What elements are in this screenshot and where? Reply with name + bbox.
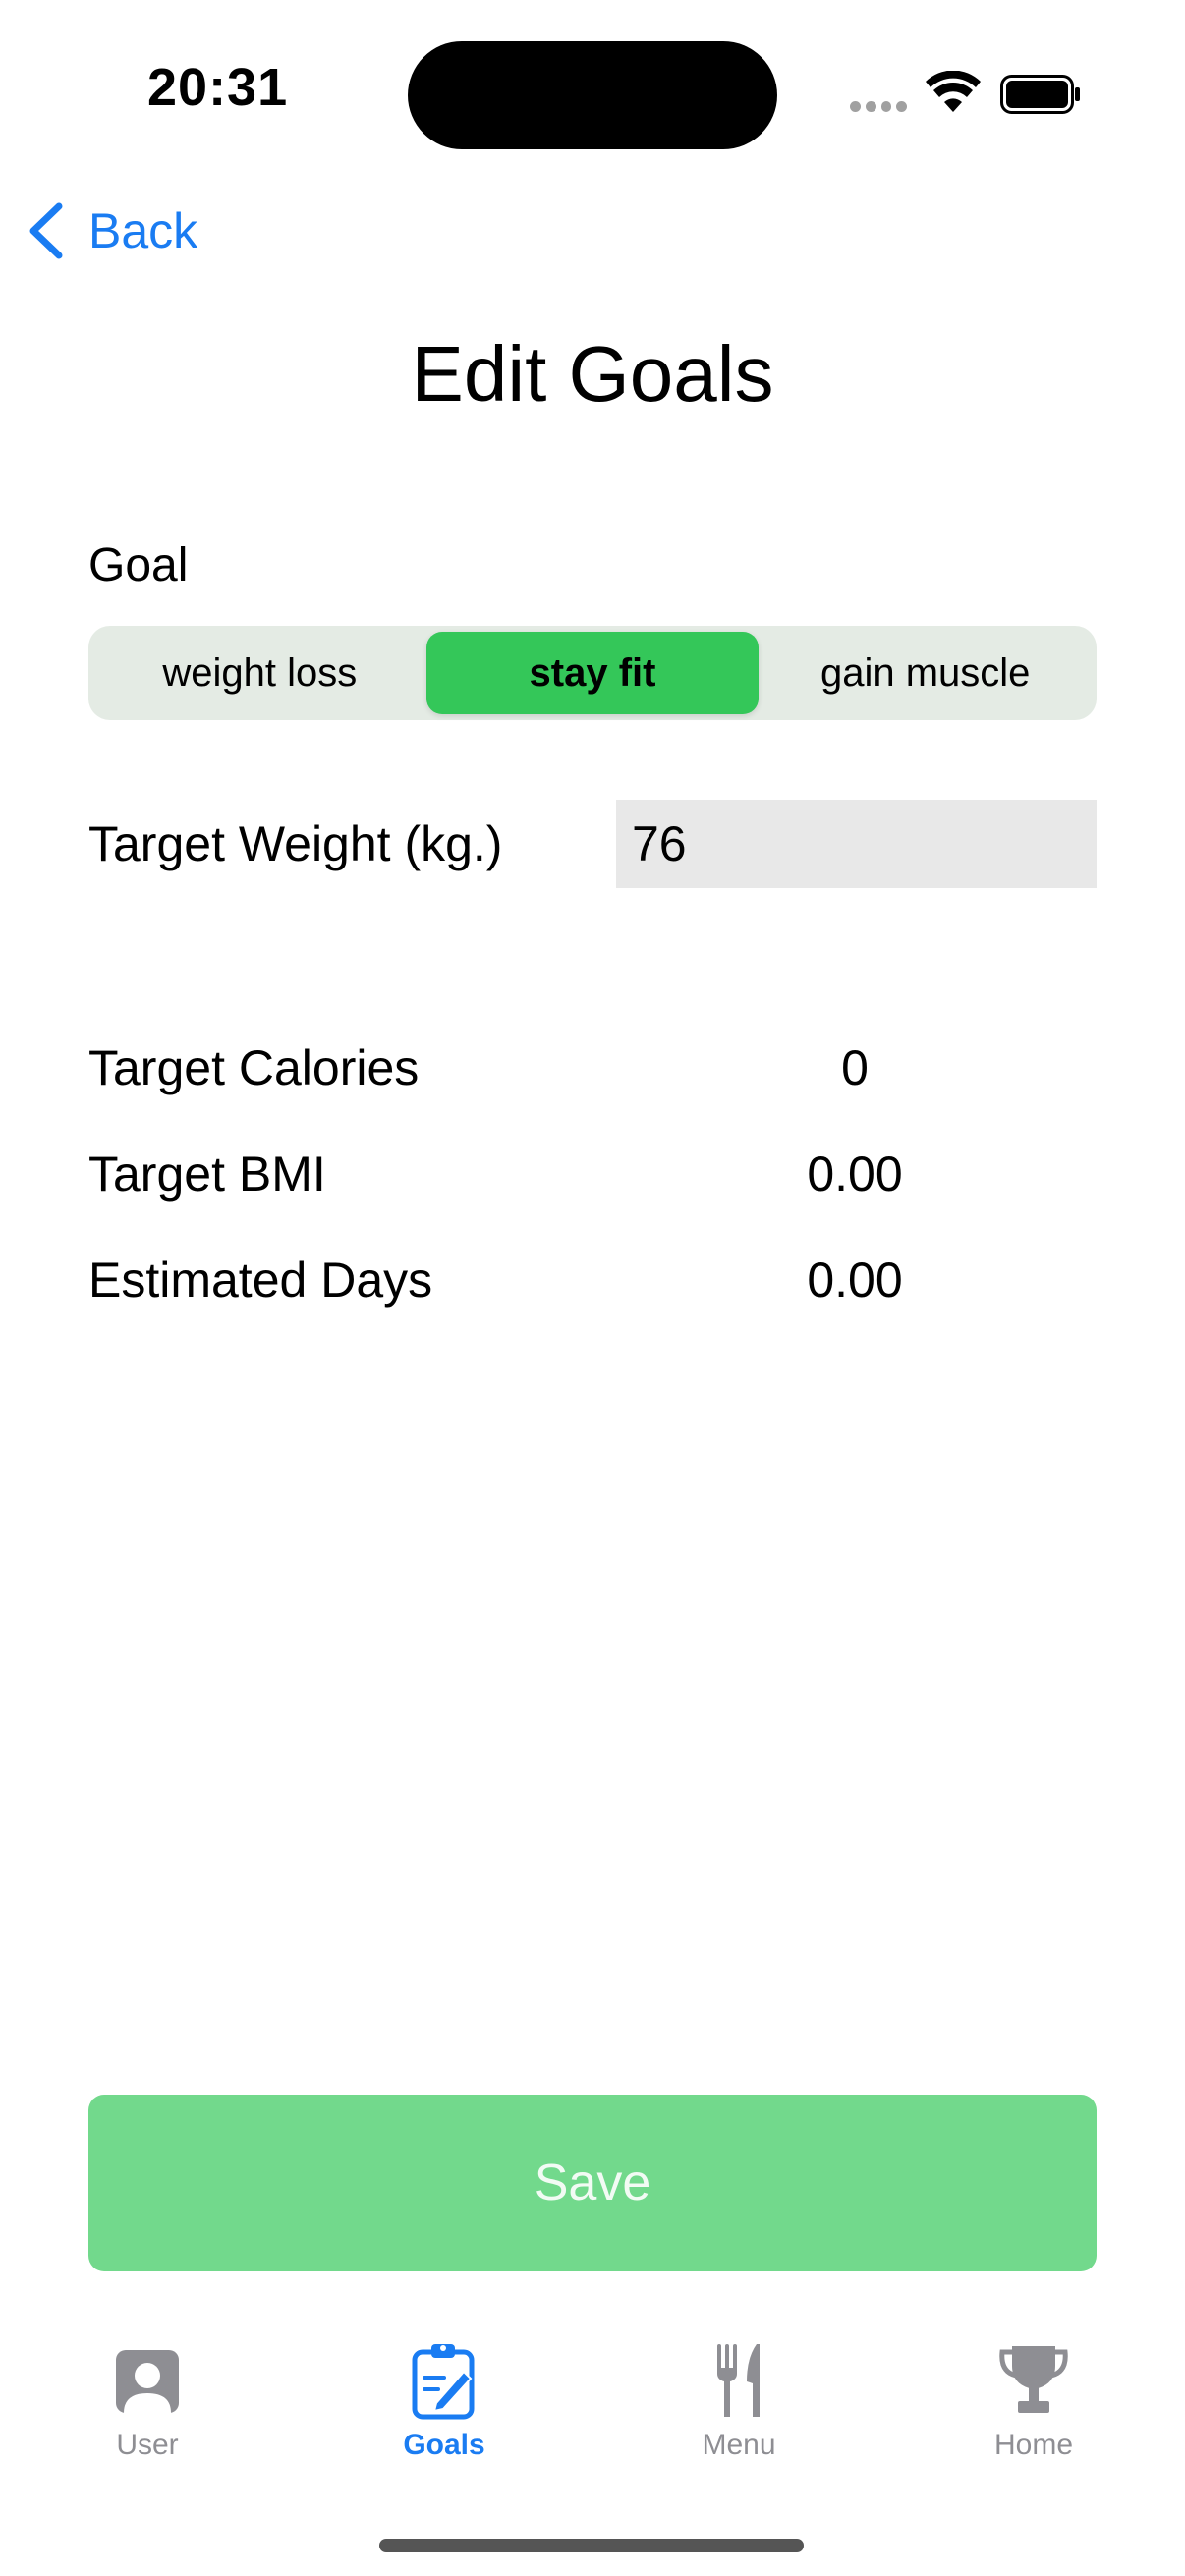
target-weight-input[interactable] — [616, 800, 1097, 888]
back-button[interactable]: Back — [24, 196, 198, 265]
estimated-days-label: Estimated Days — [88, 1253, 433, 1308]
person-icon — [116, 2350, 179, 2413]
tab-menu[interactable]: Menu — [641, 2338, 837, 2486]
tab-home[interactable]: Home — [935, 2338, 1132, 2486]
cellular-signal-icon — [850, 101, 907, 113]
target-bmi-value: 0.00 — [807, 1147, 903, 1202]
target-calories-value: 0 — [841, 1040, 869, 1095]
trophy-icon — [999, 2346, 1068, 2413]
dynamic-island — [408, 41, 777, 149]
segment-weight-loss[interactable]: weight loss — [93, 632, 426, 714]
tab-user[interactable]: User — [49, 2338, 246, 2486]
goal-label: Goal — [88, 539, 189, 591]
clipboard-edit-icon — [412, 2344, 475, 2420]
tab-user-label: User — [116, 2429, 179, 2461]
goal-segmented-control: weight loss stay fit gain muscle — [88, 626, 1097, 720]
page-title: Edit Goals — [411, 330, 774, 418]
tab-menu-label: Menu — [702, 2429, 776, 2461]
estimated-days-value: 0.00 — [807, 1253, 903, 1308]
battery-icon — [1000, 75, 1080, 114]
wifi-icon — [926, 71, 981, 112]
target-weight-label: Target Weight (kg.) — [88, 816, 503, 871]
back-label: Back — [88, 203, 198, 258]
segment-gain-muscle[interactable]: gain muscle — [759, 632, 1092, 714]
status-time: 20:31 — [147, 58, 289, 117]
tab-home-label: Home — [993, 2429, 1074, 2461]
save-button[interactable]: Save — [88, 2095, 1097, 2271]
tab-goals[interactable]: Goals — [346, 2338, 542, 2486]
tab-goals-label: Goals — [403, 2429, 485, 2461]
segment-stay-fit[interactable]: stay fit — [425, 632, 760, 714]
fork-knife-icon — [717, 2344, 760, 2417]
chevron-left-icon — [29, 202, 63, 259]
target-calories-label: Target Calories — [88, 1040, 420, 1095]
target-bmi-label: Target BMI — [88, 1147, 326, 1202]
home-indicator — [379, 2539, 804, 2552]
